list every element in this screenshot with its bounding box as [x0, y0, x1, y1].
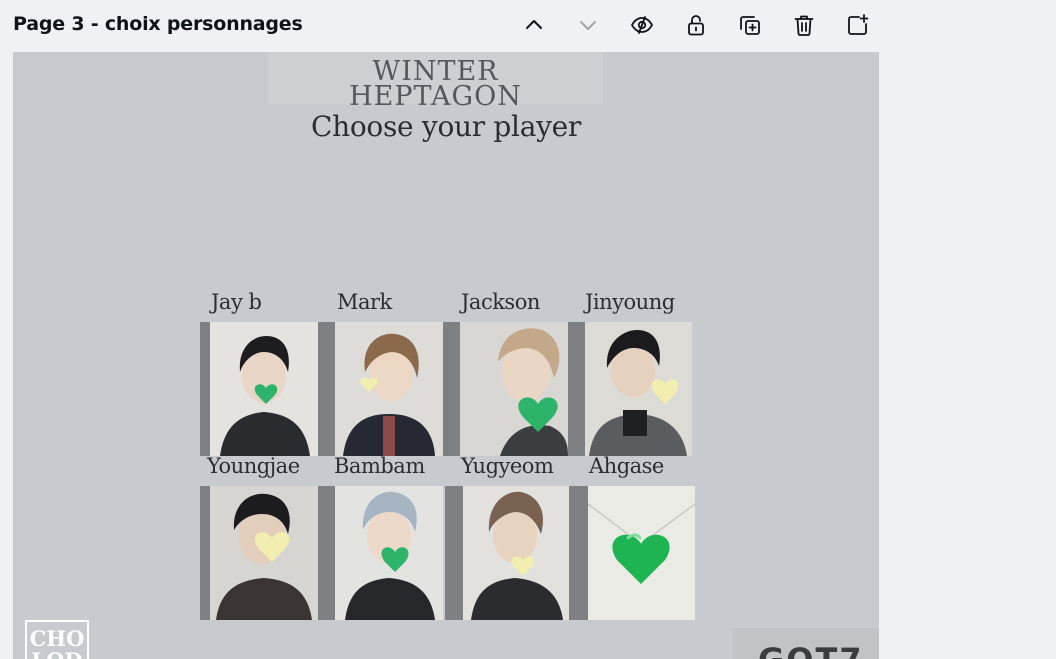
logo-line-2: HEPTAGON [349, 81, 522, 112]
page-header: Page 3 - choix personnages [0, 0, 880, 52]
player-name-jinyoung[interactable]: Jinyoung [585, 290, 675, 314]
lock-page-button[interactable] [679, 8, 713, 42]
delete-page-button[interactable] [787, 8, 821, 42]
player-photo-ahgase[interactable] [588, 486, 695, 620]
player-photo-jay-b[interactable] [210, 322, 318, 456]
brand-text: GOT7 [758, 644, 864, 659]
envelope-heart-image [588, 486, 695, 620]
chevron-down-icon [580, 21, 596, 30]
player-name-yugyeom[interactable]: Yugyeom [461, 454, 554, 478]
design-canvas[interactable]: WINTER HEPTAGON Choose your player Jay b… [13, 52, 879, 659]
player-name-ahgase[interactable]: Ahgase [589, 454, 664, 478]
unlock-icon [688, 15, 704, 36]
player-photo-youngjae[interactable] [210, 486, 318, 620]
player-photo-yugyeom[interactable] [463, 486, 569, 620]
portrait-image [463, 486, 569, 620]
portrait-image [335, 486, 443, 620]
portrait-image [210, 322, 318, 456]
portrait-image [335, 322, 443, 456]
add-page-button[interactable] [841, 8, 875, 42]
page-title[interactable]: Page 3 - choix personnages [13, 13, 303, 35]
player-photo-jackson[interactable] [460, 322, 568, 456]
player-photo-mark[interactable] [335, 322, 443, 456]
move-page-down-button[interactable] [571, 8, 605, 42]
choose-player-heading[interactable]: Choose your player [13, 110, 879, 143]
player-photo-jinyoung[interactable] [585, 322, 692, 456]
portrait-image [210, 486, 318, 620]
player-name-jackson[interactable]: Jackson [461, 290, 540, 314]
portrait-image [460, 322, 568, 456]
duplicate-icon [740, 16, 760, 35]
player-photo-bambam[interactable] [335, 486, 443, 620]
duplicate-page-button[interactable] [733, 8, 767, 42]
trash-icon [794, 15, 814, 36]
add-page-icon [848, 14, 869, 35]
winter-heptagon-logo[interactable]: WINTER HEPTAGON [268, 52, 603, 110]
eye-slash-icon [631, 16, 653, 34]
move-page-up-button[interactable] [517, 8, 551, 42]
corner-badge[interactable]: CHO LOD [25, 620, 89, 659]
brand-logo[interactable]: GOT7 [733, 628, 879, 659]
player-name-bambam[interactable]: Bambam [334, 454, 425, 478]
player-name-youngjae[interactable]: Youngjae [207, 454, 300, 478]
player-name-jay-b[interactable]: Jay b [211, 290, 262, 314]
portrait-image [585, 322, 692, 456]
player-name-mark[interactable]: Mark [337, 290, 392, 314]
hide-page-button[interactable] [625, 8, 659, 42]
chevron-up-icon [526, 20, 542, 29]
